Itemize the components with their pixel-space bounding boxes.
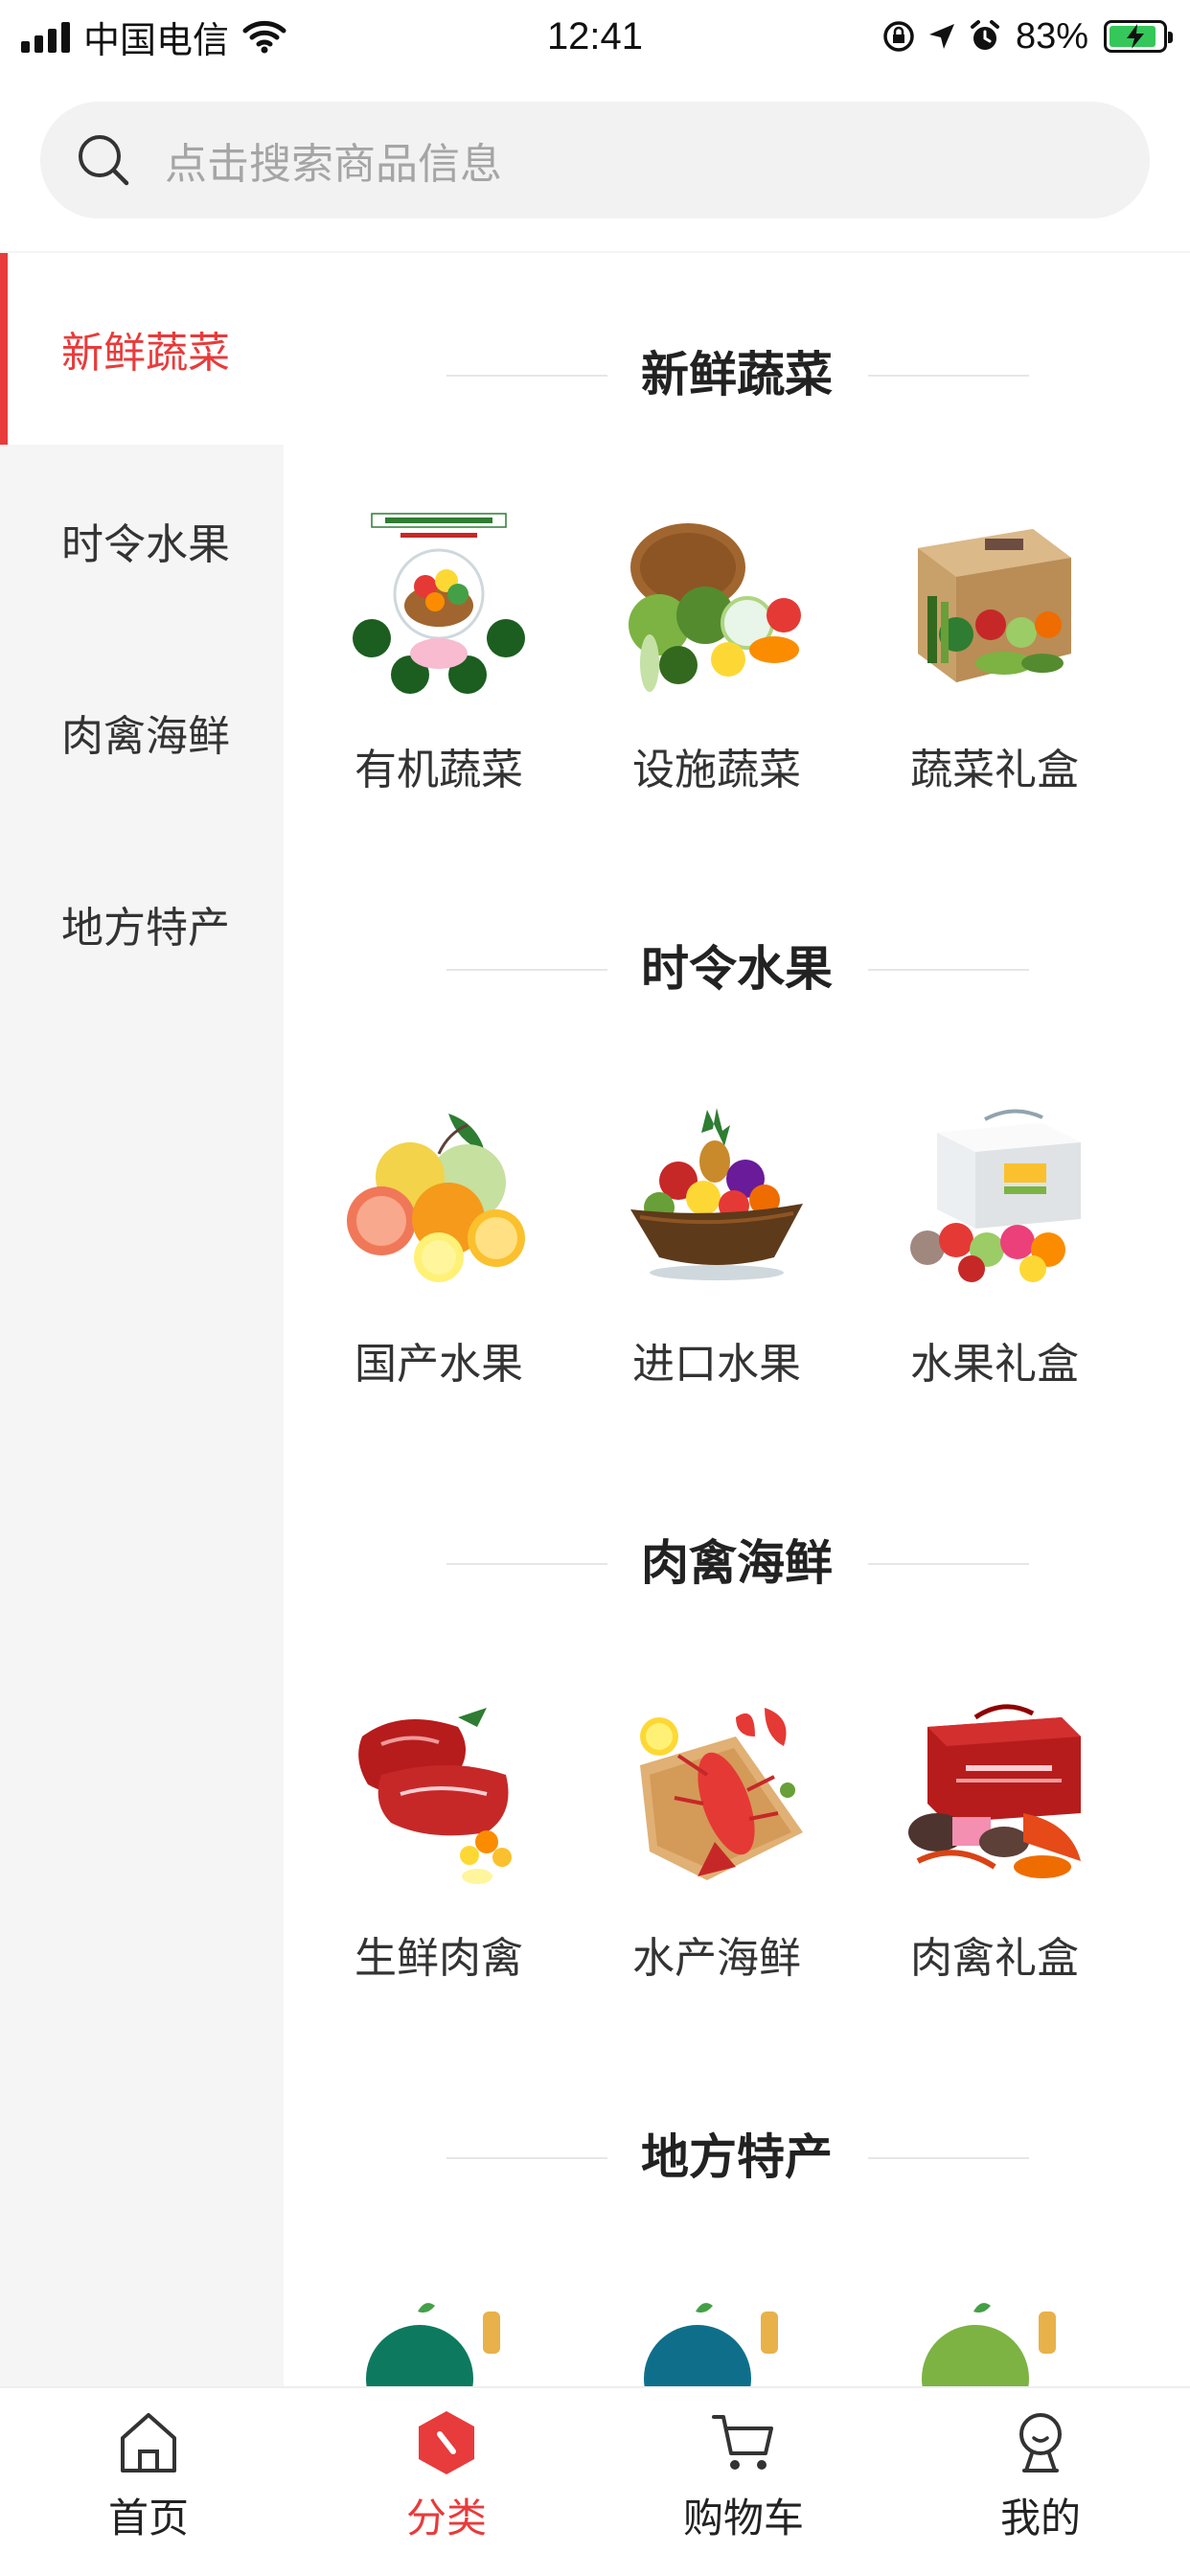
sidebar-item-label: 时令水果 — [61, 521, 230, 568]
tab-home[interactable]: 首页 — [53, 2407, 244, 2545]
category-item-facility-vegetables[interactable]: 设施蔬菜 — [578, 510, 856, 799]
profile-icon — [1019, 2413, 1062, 2472]
seafood-gift-box-image — [899, 1698, 1090, 1890]
category-item-label: 设施蔬菜 — [632, 747, 801, 794]
category-item-specialty-2[interactable] — [578, 2292, 856, 2386]
category-item-label: 生鲜肉禽 — [355, 1935, 523, 1982]
citrus-fruits-image — [343, 1104, 535, 1296]
category-item-organic-vegetables[interactable]: 有机蔬菜 — [300, 510, 578, 799]
cart-icon — [712, 2415, 773, 2470]
sidebar-item-meat-seafood[interactable]: 肉禽海鲜 — [0, 636, 284, 828]
home-icon — [121, 2413, 176, 2472]
category-content: 新鲜蔬菜 有机蔬菜 设施蔬菜 蔬菜礼盒 时令水果 国产水果 进口水果 水果礼盒 … — [284, 253, 1190, 2386]
title-divider-right — [868, 2157, 1029, 2159]
category-item-label: 进口水果 — [632, 1341, 801, 1388]
sidebar-item-fresh-vegetables[interactable]: 新鲜蔬菜 — [0, 253, 284, 445]
section-title-text: 新鲜蔬菜 — [641, 348, 833, 402]
category-item-aquatic-seafood[interactable]: 水产海鲜 — [578, 1698, 856, 1988]
category-icon — [419, 2411, 474, 2474]
lobster-image — [621, 1698, 812, 1890]
battery-icon — [1104, 20, 1173, 53]
specialty-badge-image — [899, 2292, 1090, 2386]
category-item-specialty-3[interactable] — [856, 2292, 1133, 2386]
title-divider-right — [868, 375, 1029, 377]
section-title: 肉禽海鲜 — [284, 1530, 1190, 1597]
section-title: 时令水果 — [284, 935, 1190, 1002]
sidebar-item-seasonal-fruits[interactable]: 时令水果 — [0, 445, 284, 636]
tab-label: 我的 — [999, 2496, 1081, 2541]
specialty-badge-image — [621, 2292, 812, 2386]
alarm-icon — [970, 20, 999, 50]
category-item-label: 水产海鲜 — [632, 1935, 801, 1982]
category-sidebar: 新鲜蔬菜 时令水果 肉禽海鲜 地方特产 — [0, 253, 284, 2386]
section-title-text: 地方特产 — [641, 2130, 833, 2184]
search-input[interactable]: 点击搜索商品信息 — [40, 102, 1150, 218]
section-title: 地方特产 — [284, 2124, 1190, 2191]
vegetable-basket-image — [621, 510, 812, 702]
fruit-boat-image — [621, 1104, 812, 1296]
status-right: 83% — [881, 12, 1173, 61]
category-item-fresh-meat[interactable]: 生鲜肉禽 — [300, 1698, 578, 1988]
specialty-badge-image — [343, 2292, 535, 2386]
category-item-label: 有机蔬菜 — [355, 747, 523, 794]
fruit-gift-box-image — [899, 1104, 1090, 1296]
category-item-imported-fruits[interactable]: 进口水果 — [578, 1104, 856, 1393]
vegetable-gift-box-image — [899, 510, 1090, 702]
title-divider-right — [868, 1563, 1029, 1565]
section-title-text: 时令水果 — [641, 942, 833, 996]
title-divider-right — [868, 969, 1029, 971]
category-item-fruit-gift-box[interactable]: 水果礼盒 — [856, 1104, 1133, 1393]
search-icon — [79, 135, 129, 186]
status-bar: 中国电信 12:41 83% — [0, 0, 1190, 77]
tab-label: 分类 — [405, 2496, 487, 2541]
battery-percentage: 83% — [1015, 15, 1088, 57]
category-item-label: 肉禽礼盒 — [910, 1935, 1079, 1982]
raw-meat-image — [343, 1698, 535, 1890]
location-arrow-icon — [928, 24, 954, 49]
sidebar-item-label: 肉禽海鲜 — [61, 713, 230, 760]
orientation-lock-icon — [883, 21, 914, 52]
sidebar-item-local-specialties[interactable]: 地方特产 — [0, 828, 284, 1020]
category-item-specialty-1[interactable] — [300, 2292, 578, 2386]
organic-vegetables-image — [343, 510, 535, 702]
tab-label: 购物车 — [682, 2496, 804, 2541]
category-item-vegetable-gift-box[interactable]: 蔬菜礼盒 — [856, 510, 1133, 799]
section-title: 新鲜蔬菜 — [284, 341, 1190, 408]
tab-category[interactable]: 分类 — [351, 2407, 542, 2545]
tab-cart[interactable]: 购物车 — [648, 2407, 839, 2545]
tab-label: 首页 — [107, 2496, 189, 2541]
category-item-label: 国产水果 — [355, 1341, 523, 1388]
bottom-tab-bar: 首页 分类 购物车 我的 — [0, 2386, 1190, 2576]
section-title-text: 肉禽海鲜 — [641, 1536, 833, 1590]
category-item-meat-gift-box[interactable]: 肉禽礼盒 — [856, 1698, 1133, 1988]
sidebar-item-label: 新鲜蔬菜 — [61, 330, 230, 377]
category-item-label: 蔬菜礼盒 — [910, 747, 1079, 794]
search-placeholder: 点击搜索商品信息 — [165, 141, 502, 188]
category-item-domestic-fruits[interactable]: 国产水果 — [300, 1104, 578, 1393]
sidebar-item-label: 地方特产 — [61, 905, 230, 952]
category-item-label: 水果礼盒 — [910, 1341, 1079, 1388]
tab-profile[interactable]: 我的 — [945, 2407, 1136, 2545]
